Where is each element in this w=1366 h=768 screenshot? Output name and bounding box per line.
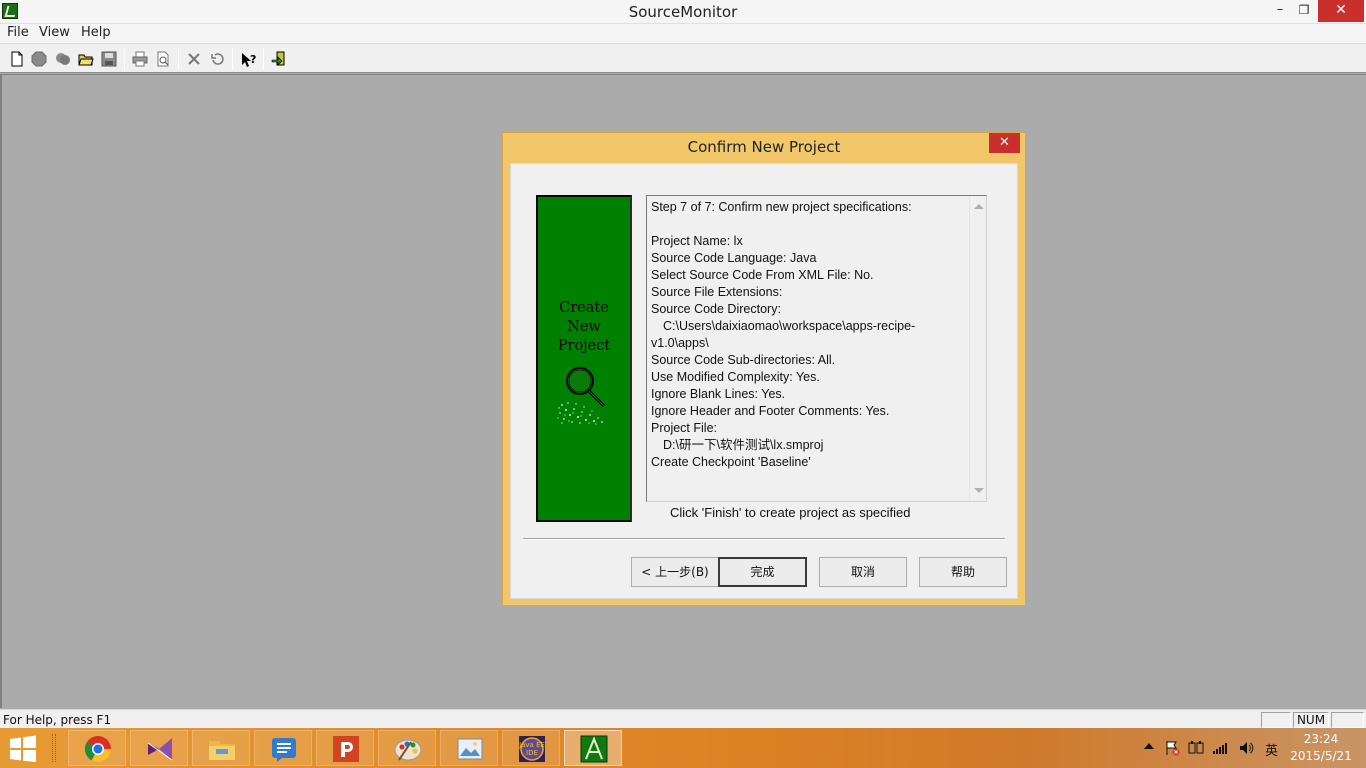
back-button[interactable]: < 上一步(B) xyxy=(631,557,719,587)
toolbar-separator xyxy=(263,48,264,70)
powerpoint-icon[interactable] xyxy=(316,730,374,766)
spec-line: Ignore Blank Lines: Yes. xyxy=(651,387,786,401)
status-bar: For Help, press F1 NUM xyxy=(0,709,1366,728)
menu-bar: File View Help xyxy=(0,24,1366,43)
volume-icon[interactable] xyxy=(1238,740,1254,756)
toolbar: ? xyxy=(0,43,1366,73)
exit-icon[interactable] xyxy=(268,48,290,70)
spec-line: Project Name: lx xyxy=(651,234,743,248)
help-button[interactable]: 帮助 xyxy=(919,557,1007,587)
menu-view[interactable]: View xyxy=(39,25,70,40)
wifi-signal-icon[interactable] xyxy=(1212,740,1230,756)
show-hidden-icons-icon[interactable] xyxy=(1143,740,1155,752)
taskbar: Java EE IDE 英 23:24 2015/5/21 xyxy=(0,728,1366,768)
app-title: SourceMonitor xyxy=(628,3,738,21)
app-title-bar: SourceMonitor – ❐ ✕ xyxy=(0,0,1366,24)
wizard-banner-text: Create New Project xyxy=(538,299,630,356)
project-spec-textbox[interactable]: Step 7 of 7: Confirm new project specifi… xyxy=(646,195,987,502)
new-checkpoint-icon[interactable] xyxy=(52,48,74,70)
spec-line: Step 7 of 7: Confirm new project specifi… xyxy=(651,200,912,214)
close-button[interactable]: ✕ xyxy=(1318,0,1364,22)
save-icon[interactable] xyxy=(98,48,120,70)
dialog-divider xyxy=(523,538,1005,540)
banner-line: Project xyxy=(557,338,611,354)
spec-line: Ignore Header and Footer Comments: Yes. xyxy=(651,404,890,418)
spec-lines: Step 7 of 7: Confirm new project specifi… xyxy=(651,199,967,471)
new-file-icon[interactable] xyxy=(6,48,28,70)
finish-button[interactable]: 完成 xyxy=(718,557,807,587)
open-folder-icon[interactable] xyxy=(75,48,97,70)
toolbar-separator xyxy=(124,48,125,70)
new-project-icon[interactable] xyxy=(28,48,50,70)
spec-line: Project File: xyxy=(651,421,717,435)
visual-studio-icon[interactable] xyxy=(130,730,188,766)
spec-line: Source Code Directory: xyxy=(651,302,781,316)
spec-line: Use Modified Complexity: Yes. xyxy=(651,370,820,384)
restore-button[interactable]: ❐ xyxy=(1290,0,1318,22)
wizard-banner-panel: Create New Project xyxy=(536,195,632,522)
toolbar-separator xyxy=(232,48,233,70)
print-icon[interactable] xyxy=(129,48,151,70)
chrome-icon[interactable] xyxy=(68,730,126,766)
clock-date[interactable]: 2015/5/21 xyxy=(1288,749,1354,763)
file-explorer-icon[interactable] xyxy=(192,730,250,766)
dialog-title: Confirm New Project xyxy=(687,138,841,156)
spec-line: Create Checkpoint 'Baseline' xyxy=(651,455,811,469)
finish-instruction: Click 'Finish' to create project as spec… xyxy=(670,505,911,520)
input-method-indicator[interactable]: 英 xyxy=(1265,740,1278,759)
dialog-close-button[interactable]: ✕ xyxy=(989,133,1020,153)
print-preview-icon[interactable] xyxy=(152,48,174,70)
spec-scrollbar[interactable] xyxy=(969,196,986,501)
spec-line: C:\Users\daixiaomao\workspace\apps-recip… xyxy=(663,319,916,333)
confirm-new-project-dialog: Confirm New Project ✕ Create New Project xyxy=(502,132,1026,606)
svg-text:?: ? xyxy=(250,53,256,66)
taskbar-grip[interactable] xyxy=(52,734,56,762)
banner-line: Create xyxy=(559,300,609,316)
status-pane-caps xyxy=(1261,712,1291,728)
clock-time[interactable]: 23:24 xyxy=(1296,732,1346,746)
scroll-up-icon[interactable] xyxy=(974,204,984,209)
paint-icon[interactable] xyxy=(378,730,436,766)
spec-line: Source Code Language: Java xyxy=(651,251,817,265)
menu-file[interactable]: File xyxy=(7,25,29,40)
spec-line: Select Source Code From XML File: No. xyxy=(651,268,874,282)
eclipse-javaee-icon[interactable]: Java EE IDE xyxy=(502,730,560,766)
svg-text:Java EE: Java EE xyxy=(518,741,545,749)
status-pane-num: NUM xyxy=(1293,712,1329,728)
spec-line: v1.0\apps\ xyxy=(651,336,709,350)
scroll-down-icon[interactable] xyxy=(974,488,984,493)
status-pane-scroll xyxy=(1331,712,1364,728)
windows-start-icon[interactable] xyxy=(8,735,38,762)
undo-icon[interactable] xyxy=(206,48,228,70)
cancel-button[interactable]: 取消 xyxy=(819,557,907,587)
notes-icon[interactable] xyxy=(254,730,312,766)
sourcemonitor-icon[interactable] xyxy=(564,730,622,766)
menu-help[interactable]: Help xyxy=(81,25,111,40)
spec-line: D:\研一下\软件测试\lx.smproj xyxy=(663,438,824,452)
toolbar-separator xyxy=(178,48,179,70)
network-adapter-icon[interactable] xyxy=(1188,740,1204,756)
action-center-icon[interactable] xyxy=(1164,740,1180,756)
dialog-client-area: Create New Project Step 7 of 7: Confirm … xyxy=(510,163,1018,599)
spec-line xyxy=(651,216,967,233)
delete-icon[interactable] xyxy=(183,48,205,70)
context-help-icon[interactable]: ? xyxy=(237,48,259,70)
status-text: For Help, press F1 xyxy=(3,713,112,727)
spec-line: Source Code Sub-directories: All. xyxy=(651,353,836,367)
magnifier-icon xyxy=(557,367,606,425)
photo-viewer-icon[interactable] xyxy=(440,730,498,766)
svg-text:IDE: IDE xyxy=(526,749,538,757)
banner-line: New xyxy=(567,319,601,335)
spec-line: Source File Extensions: xyxy=(651,285,783,299)
